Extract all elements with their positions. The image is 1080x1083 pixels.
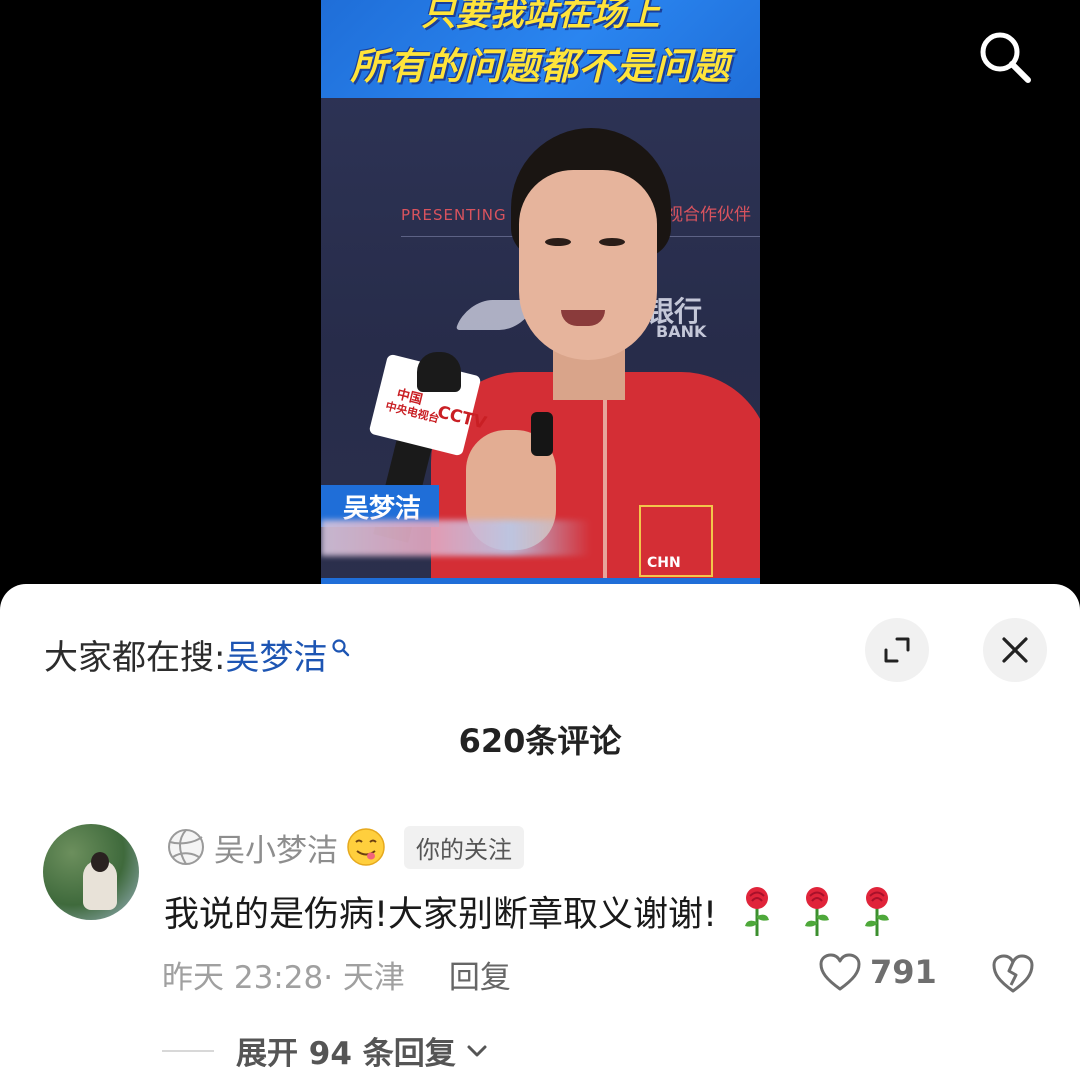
video-banner: 只要我站在场上 所有的问题都不是问题 [321, 0, 760, 98]
video-frame[interactable]: 只要我站在场上 所有的问题都不是问题 PRESENTING 视合作伙伴 银行 B… [321, 0, 760, 584]
yum-emoji-icon [347, 828, 385, 866]
hot-search-label: 大家都在搜: [44, 638, 226, 678]
close-sheet-button[interactable] [983, 618, 1047, 682]
avatar[interactable] [43, 824, 139, 920]
flag-patch-text: CHN [647, 555, 681, 571]
avatar-figure-head [91, 852, 109, 872]
comment-sheet: 大家都在搜: 吴梦洁 620条评论 吴小梦洁 你的关注 我说的是伤病!大家别断章… [0, 584, 1080, 1083]
search-button[interactable] [972, 24, 1038, 90]
flag-patch: CHN [639, 505, 713, 577]
comment-time: 昨天 23:28 [162, 960, 324, 996]
comment-author-row: 吴小梦洁 你的关注 [166, 824, 524, 870]
broken-heart-icon [992, 954, 1034, 993]
athlete-eye-left [545, 238, 571, 246]
comment-meta: 昨天 23:28 · 天津 回复 [162, 952, 511, 997]
close-icon [1002, 637, 1028, 663]
banner-line-1: 只要我站在场上 [421, 0, 660, 34]
rose-emoji-icon [805, 887, 830, 936]
following-badge: 你的关注 [404, 825, 524, 869]
mini-search-icon[interactable] [331, 638, 351, 658]
volleyball-icon [168, 829, 204, 865]
expand-sheet-button[interactable] [865, 618, 929, 682]
backdrop-text-left: PRESENTING [401, 206, 507, 224]
subtitle-blur [321, 520, 591, 556]
like-button[interactable]: 791 [818, 952, 937, 992]
heart-icon [819, 953, 861, 991]
comment-username[interactable]: 吴小梦洁 [214, 825, 338, 870]
athlete-eye-right [599, 238, 625, 246]
expand-icon [884, 637, 910, 663]
expand-replies-label: 展开 94 条回复 [236, 1036, 456, 1072]
chevron-down-icon [467, 1045, 487, 1056]
microphone-head [417, 352, 461, 392]
expand-divider [162, 1049, 214, 1052]
rose-emoji-icon [865, 887, 890, 936]
athlete-face [519, 170, 657, 360]
hot-search-bar: 大家都在搜: 吴梦洁 [44, 630, 351, 679]
backdrop-bank-subtext: BANK [656, 322, 707, 341]
backdrop-text-right: 视合作伙伴 [666, 205, 751, 225]
comment-text: 我说的是伤病!大家别断章取义谢谢! [164, 894, 718, 935]
banner-line-2: 所有的问题都不是问题 [350, 45, 731, 88]
comment-body: 我说的是伤病!大家别断章取义谢谢! [164, 884, 897, 938]
voice-recorder [531, 412, 553, 456]
reply-button[interactable]: 回复 [449, 952, 511, 997]
hot-search-term[interactable]: 吴梦洁 [225, 630, 327, 679]
search-icon [980, 32, 1031, 83]
dislike-button[interactable] [990, 952, 1036, 998]
video-player[interactable]: 只要我站在场上 所有的问题都不是问题 PRESENTING 视合作伙伴 银行 B… [0, 0, 1080, 600]
expand-replies-button[interactable]: 展开 94 条回复 [162, 1028, 492, 1073]
like-count: 791 [870, 953, 937, 991]
jacket-zipper [603, 400, 607, 584]
rose-emoji-icon [745, 887, 770, 936]
comment-count-title: 620条评论 [458, 722, 622, 760]
comment-location: · 天津 [323, 960, 405, 996]
